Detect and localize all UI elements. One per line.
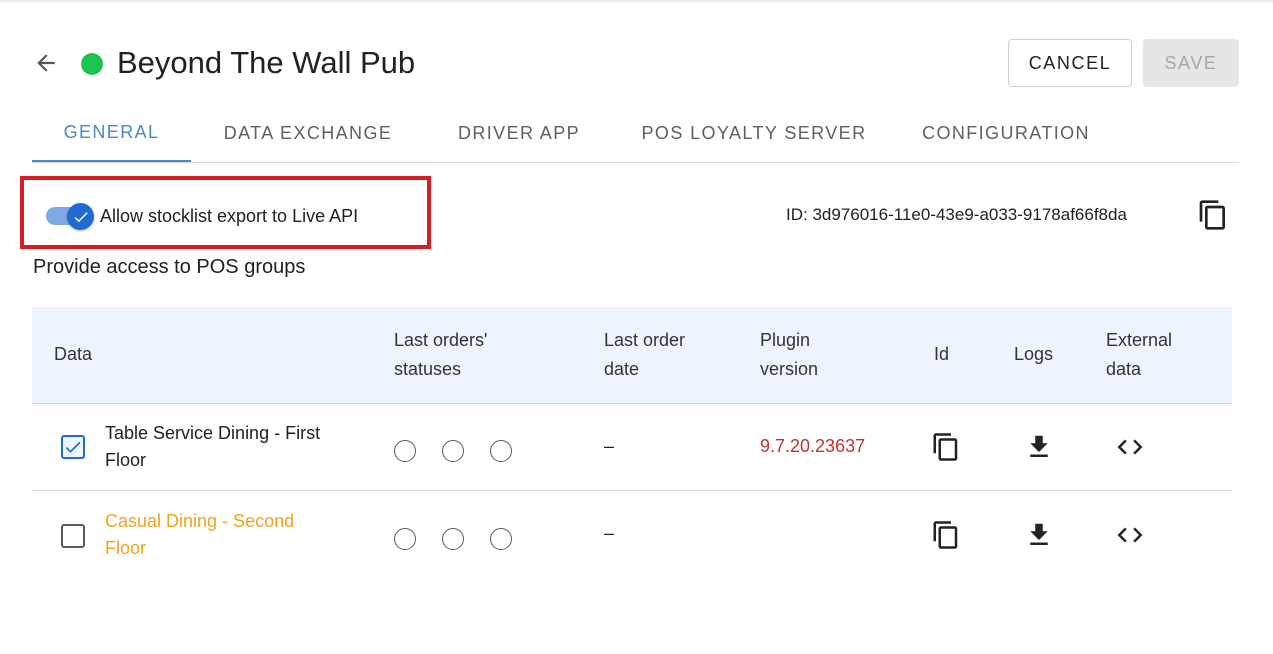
external-data-button[interactable] — [1114, 431, 1146, 463]
order-status-circle — [490, 528, 512, 550]
row-checkbox[interactable] — [61, 435, 85, 459]
order-status-circle — [442, 528, 464, 550]
tab-pos-loyalty-server[interactable]: POS LOYALTY SERVER — [613, 104, 895, 162]
order-status-circle — [394, 440, 416, 462]
tab-driver-app[interactable]: DRIVER APP — [425, 104, 613, 162]
record-id: ID: 3d976016-11e0-43e9-a033-9178af66f8da — [786, 205, 1127, 224]
copy-icon — [933, 521, 958, 549]
column-header-plugin-version: Plugin version — [760, 326, 818, 384]
last-order-date: – — [604, 436, 615, 456]
tab-general[interactable]: GENERAL — [32, 104, 191, 162]
row-name-line1: Table Service Dining - First — [105, 423, 321, 443]
order-status-circle — [442, 440, 464, 462]
download-icon — [1030, 523, 1048, 545]
column-header-plugin-line2: version — [760, 359, 819, 379]
column-header-plugin-line1: Plugin — [760, 330, 811, 350]
row-checkbox[interactable] — [61, 524, 85, 548]
column-header-external-line2: data — [1106, 359, 1142, 379]
copy-icon — [1199, 200, 1225, 230]
tab-configuration[interactable]: CONFIGURATION — [895, 104, 1117, 162]
table-header: Data Last orders' statuses Last order da… — [32, 307, 1232, 404]
code-icon — [1117, 439, 1143, 455]
column-header-statuses: Last orders' statuses — [394, 326, 487, 384]
copy-icon — [933, 433, 958, 461]
copy-id-button[interactable] — [1197, 199, 1229, 231]
row-name-line2: Floor — [105, 538, 147, 558]
column-header-data: Data — [54, 344, 93, 364]
column-header-last-order-date: Last order date — [604, 326, 685, 384]
copy-id-button[interactable] — [930, 431, 962, 463]
row-name-line1: Casual Dining - Second — [105, 511, 295, 531]
download-icon — [1030, 435, 1048, 457]
status-indicator — [81, 53, 103, 75]
column-header-statuses-line1: Last orders' — [394, 330, 488, 350]
checkmark-icon — [65, 441, 81, 453]
download-logs-button[interactable] — [1023, 431, 1055, 463]
check-icon — [74, 211, 88, 222]
column-header-date-line2: date — [604, 359, 640, 379]
back-button[interactable] — [32, 49, 60, 77]
row-name-line2: Floor — [105, 450, 147, 470]
toggle-label: Allow stocklist export to Live API — [100, 206, 359, 226]
row-name: Casual Dining - Second Floor — [105, 508, 365, 562]
order-status-circle — [394, 528, 416, 550]
table-row: Casual Dining - Second Floor – — [32, 492, 1232, 579]
column-header-date-line1: Last order — [604, 330, 686, 350]
tab-bar: GENERAL DATA EXCHANGE DRIVER APP POS LOY… — [32, 104, 1239, 163]
tab-data-exchange[interactable]: DATA EXCHANGE — [191, 104, 425, 162]
page-title: Beyond The Wall Pub — [117, 45, 416, 80]
code-icon — [1117, 527, 1143, 543]
save-button[interactable]: SAVE — [1143, 39, 1239, 87]
external-data-button[interactable] — [1114, 519, 1146, 551]
cancel-button[interactable]: CANCEL — [1008, 39, 1132, 87]
plugin-version: 9.7.20.23637 — [760, 436, 866, 456]
arrow-left-icon — [37, 54, 55, 72]
toggle-thumb — [67, 203, 94, 230]
stocklist-export-toggle[interactable] — [45, 203, 97, 230]
row-name: Table Service Dining - First Floor — [105, 420, 365, 474]
copy-id-button[interactable] — [930, 519, 962, 551]
download-logs-button[interactable] — [1023, 519, 1055, 551]
column-header-statuses-line2: statuses — [394, 359, 462, 379]
section-subheading: Provide access to POS groups — [33, 256, 306, 278]
last-order-date: – — [604, 523, 615, 543]
column-header-id: Id — [934, 344, 950, 364]
table-row: Table Service Dining - First Floor – 9.7… — [32, 404, 1232, 491]
column-header-external-data: External data — [1106, 326, 1172, 384]
order-status-circle — [490, 440, 512, 462]
column-header-logs: Logs — [1014, 344, 1054, 364]
column-header-external-line1: External — [1106, 330, 1173, 350]
top-shadow — [0, 0, 1273, 4]
